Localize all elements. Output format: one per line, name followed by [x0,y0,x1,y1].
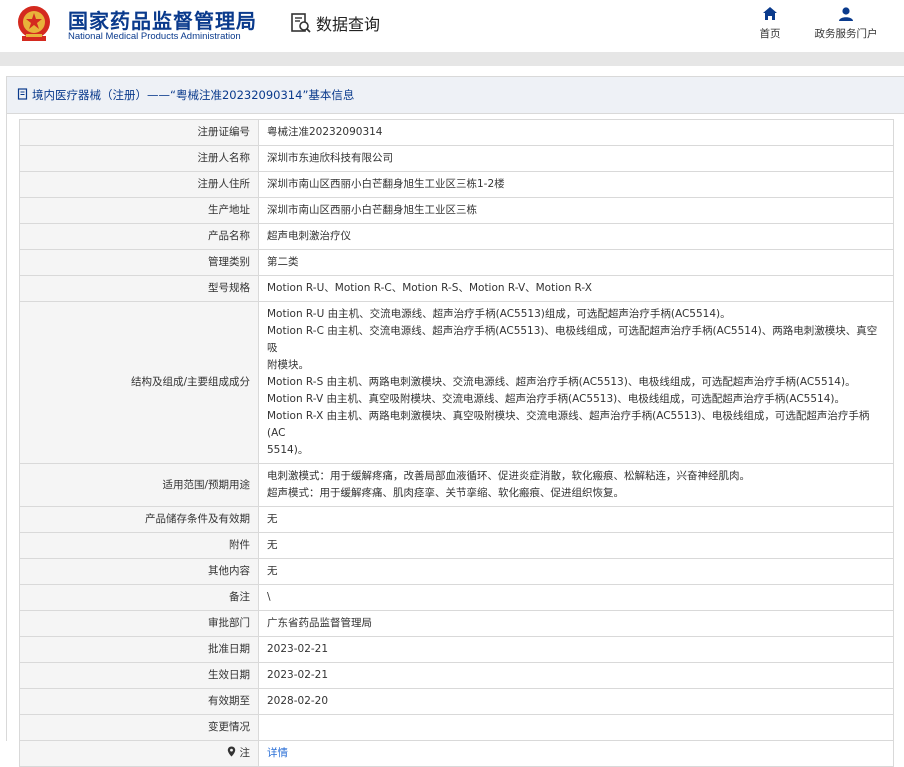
row-value: 无 [258,506,894,533]
row-label: 产品名称 [19,223,259,250]
row-label: 注册人住所 [19,171,259,198]
panel-heading-text: 境内医疗器械（注册）——“粤械注准20232090314”基本信息 [32,88,355,102]
table-row: 注册证编号 粤械注准20232090314 [19,119,894,146]
row-value: \ [258,584,894,611]
row-value: 无 [258,558,894,585]
row-label: 生产地址 [19,197,259,224]
row-label: 型号规格 [19,275,259,302]
data-search-icon [290,12,312,34]
row-value: 2028-02-20 [258,688,894,715]
row-label: 产品储存条件及有效期 [19,506,259,533]
row-value: 深圳市南山区西丽小白芒翻身旭生工业区三栋 [258,197,894,224]
table-row: 注 详情 [19,740,894,767]
row-label: 结构及组成/主要组成成分 [19,301,259,464]
row-value: 2023-02-21 [258,662,894,689]
structure-line: 5514)。 [267,444,309,456]
structure-line: Motion R-C 由主机、交流电源线、超声治疗手柄(AC5513)、电极线组… [267,325,878,354]
document-icon [17,87,29,103]
structure-line: Motion R-V 由主机、真空吸附模块、交流电源线、超声治疗手柄(AC551… [267,393,845,405]
row-value: 超声电刺激治疗仪 [258,223,894,250]
row-label: 变更情况 [19,714,259,741]
row-value: 深圳市东迪欣科技有限公司 [258,145,894,172]
table-row: 注册人住所 深圳市南山区西丽小白芒翻身旭生工业区三栋1-2楼 [19,171,894,198]
row-value [258,714,894,741]
row-value: 无 [258,532,894,559]
row-label: 其他内容 [19,558,259,585]
structure-line: 附模块。 [267,359,309,371]
table-row: 生产地址 深圳市南山区西丽小白芒翻身旭生工业区三栋 [19,197,894,224]
row-label: 注 [19,740,259,767]
row-label: 附件 [19,532,259,559]
table-row: 管理类别 第二类 [19,249,894,276]
table-row: 结构及组成/主要组成成分 Motion R-U 由主机、交流电源线、超声治疗手柄… [19,301,894,464]
table-row: 批准日期 2023-02-21 [19,636,894,663]
pin-icon [227,746,239,759]
nav-service-portal[interactable]: 政务服务门户 [806,6,886,41]
row-label: 管理类别 [19,249,259,276]
detail-panel: 境内医疗器械（注册）——“粤械注准20232090314”基本信息 注册证编号 … [6,76,904,767]
header-divider [0,52,904,66]
table-row: 有效期至 2028-02-20 [19,688,894,715]
row-label: 有效期至 [19,688,259,715]
row-label: 备注 [19,584,259,611]
row-label: 生效日期 [19,662,259,689]
table-row: 审批部门 广东省药品监督管理局 [19,610,894,637]
table-row: 备注 \ [19,584,894,611]
table-row: 型号规格 Motion R-U、Motion R-C、Motion R-S、Mo… [19,275,894,302]
row-value: Motion R-U、Motion R-C、Motion R-S、Motion … [258,275,894,302]
data-query-link[interactable]: 数据查询 [290,10,380,36]
site-subtitle: National Medical Products Administration [68,31,241,42]
nav-home[interactable]: 首页 [752,6,788,41]
row-value: 粤械注准20232090314 [258,119,894,146]
table-row: 变更情况 [19,714,894,741]
structure-line: Motion R-S 由主机、两路电刺激模块、交流电源线、超声治疗手柄(AC55… [267,376,856,388]
row-value: 深圳市南山区西丽小白芒翻身旭生工业区三栋1-2楼 [258,171,894,198]
site-header: 国家药品监督管理局 National Medical Products Admi… [0,0,904,52]
table-row: 注册人名称 深圳市东迪欣科技有限公司 [19,145,894,172]
home-icon [763,7,777,20]
site-title[interactable]: 国家药品监督管理局 [68,5,257,34]
row-value: 2023-02-21 [258,636,894,663]
data-query-label: 数据查询 [316,15,381,34]
nav-home-label: 首页 [759,28,781,40]
structure-line: Motion R-U 由主机、交流电源线、超声治疗手柄(AC5513)组成，可选… [267,308,731,320]
table-row: 产品名称 超声电刺激治疗仪 [19,223,894,250]
row-label: 批准日期 [19,636,259,663]
table-row: 适用范围/预期用途 电刺激模式：用于缓解疼痛，改善局部血液循环、促进炎症消散，软… [19,463,894,507]
usage-line: 电刺激模式：用于缓解疼痛，改善局部血液循环、促进炎症消散，软化瘢痕、松解粘连，兴… [267,470,750,482]
details-link[interactable]: 详情 [258,740,894,767]
row-label: 审批部门 [19,610,259,637]
row-value: 电刺激模式：用于缓解疼痛，改善局部血液循环、促进炎症消散，软化瘢痕、松解粘连，兴… [258,463,894,507]
row-label: 注册人名称 [19,145,259,172]
usage-line: 超声模式：用于缓解疼痛、肌肉痉挛、关节挛缩、软化瘢痕、促进组织恢复。 [267,487,624,499]
table-row: 生效日期 2023-02-21 [19,662,894,689]
table-row: 附件 无 [19,532,894,559]
national-emblem-logo[interactable] [14,4,54,44]
table-row: 其他内容 无 [19,558,894,585]
row-value: 第二类 [258,249,894,276]
user-icon [839,7,853,21]
row-value: 广东省药品监督管理局 [258,610,894,637]
table-row: 产品储存条件及有效期 无 [19,506,894,533]
structure-line: Motion R-X 由主机、两路电刺激模块、真空吸附模块、交流电源线、超声治疗… [267,410,870,439]
row-label: 适用范围/预期用途 [19,463,259,507]
row-value: Motion R-U 由主机、交流电源线、超声治疗手柄(AC5513)组成，可选… [258,301,894,464]
row-label: 注册证编号 [19,119,259,146]
panel-heading: 境内医疗器械（注册）——“粤械注准20232090314”基本信息 [7,77,904,114]
note-label: 注 [239,747,251,759]
nav-portal-label: 政务服务门户 [814,28,878,40]
detail-table: 注册证编号 粤械注准20232090314 注册人名称 深圳市东迪欣科技有限公司… [19,119,894,767]
